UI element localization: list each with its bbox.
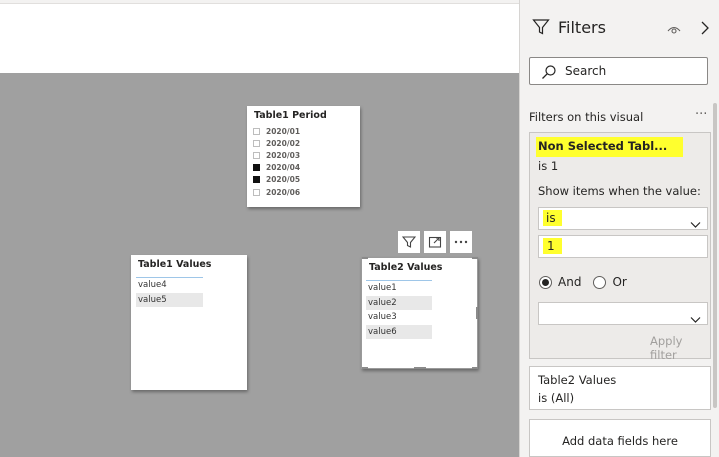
resize-handle[interactable] (414, 367, 426, 369)
resize-handle[interactable] (472, 367, 478, 369)
focus-mode-icon[interactable] (424, 231, 446, 253)
more-options-icon[interactable] (450, 231, 472, 253)
checkbox-checked-icon[interactable] (253, 164, 260, 172)
table-row[interactable]: value6 (366, 324, 432, 339)
checkbox-icon[interactable] (253, 139, 260, 147)
show-items-label: Show items when the value: (538, 184, 701, 198)
search-input[interactable]: Search (529, 57, 708, 85)
table2-list: value1 value2 value3 value6 (366, 280, 432, 339)
checkbox-icon[interactable] (253, 188, 260, 196)
resize-handle[interactable] (472, 257, 478, 259)
table-row[interactable]: value1 (366, 281, 432, 296)
slicer-item[interactable]: 2020/01 (253, 125, 300, 137)
slicer-item[interactable]: 2020/02 (253, 137, 300, 149)
filter-icon[interactable] (398, 231, 420, 253)
table-row[interactable]: value5 (136, 292, 203, 307)
table-row[interactable]: value4 (136, 278, 203, 293)
resize-handle[interactable] (362, 367, 368, 369)
slicer-item[interactable]: 2020/05 (253, 174, 300, 186)
slicer-list: 2020/01 2020/02 2020/03 2020/04 2020/05 … (253, 125, 300, 198)
operator-dropdown[interactable]: is (538, 207, 708, 230)
filter-value-input[interactable]: 1 (538, 235, 708, 258)
eye-icon[interactable] (667, 21, 681, 40)
table-row[interactable]: value3 (366, 310, 432, 325)
logic-radio-group: And Or (539, 275, 627, 289)
slicer-item-label: 2020/03 (266, 150, 301, 160)
checkbox-checked-icon[interactable] (253, 176, 260, 184)
slicer-item[interactable]: 2020/04 (253, 162, 300, 174)
and-radio[interactable] (539, 275, 552, 289)
report-header-area (0, 4, 519, 73)
add-data-fields-dropzone[interactable]: Add data fields here (529, 419, 711, 457)
checkbox-icon[interactable] (253, 151, 260, 159)
slicer-item-label: 2020/01 (266, 126, 301, 136)
filter-card-table2[interactable]: Table2 Values is (All) (529, 366, 711, 410)
filter-card-title: Table2 Values (538, 373, 617, 387)
slicer-title: Table1 Period (254, 110, 327, 121)
slicer-item-label: 2020/06 (266, 187, 301, 197)
and-label: And (558, 275, 582, 289)
slicer-item[interactable]: 2020/03 (253, 149, 300, 161)
period-slicer-visual[interactable]: Table1 Period 2020/01 2020/02 2020/03 20… (247, 106, 360, 207)
visual-header-toolbar (398, 231, 472, 253)
filters-title: Filters (558, 18, 606, 37)
collapse-chevron-icon[interactable] (700, 20, 710, 39)
checkbox-icon[interactable] (253, 127, 260, 135)
search-icon (541, 64, 557, 84)
chevron-down-icon (690, 309, 701, 328)
funnel-icon (532, 18, 550, 40)
operator-value: is (543, 210, 562, 226)
table-row[interactable]: value2 (366, 295, 432, 310)
scrollbar[interactable] (713, 103, 717, 408)
filter-value-text: 1 (543, 238, 562, 254)
table1-visual[interactable]: Table1 Values value4 value5 (131, 255, 247, 390)
chevron-down-icon (690, 214, 701, 233)
second-operator-dropdown[interactable] (538, 302, 708, 325)
table2-title: Table2 Values (369, 262, 443, 273)
slicer-item-label: 2020/04 (266, 163, 301, 173)
filters-header: Filters (520, 0, 719, 55)
search-placeholder: Search (565, 64, 607, 78)
resize-handle[interactable] (362, 257, 368, 259)
filter-card[interactable]: Non Selected Tabl... is 1 Show items whe… (529, 132, 711, 362)
filters-pane: Filters Search Filters on this visual ··… (519, 0, 719, 457)
table1-list: value4 value5 (136, 277, 203, 307)
apply-filter-button[interactable]: Apply filter (650, 334, 710, 362)
filter-card-summary: is (All) (538, 391, 575, 405)
slicer-item-label: 2020/02 (266, 138, 301, 148)
table1-title: Table1 Values (138, 259, 212, 270)
filter-card-title[interactable]: Non Selected Tabl... (536, 137, 684, 157)
table2-visual[interactable]: Table2 Values value1 value2 value3 value… (361, 257, 478, 369)
section-label: Filters on this visual (529, 110, 644, 124)
more-options-icon[interactable]: ··· (695, 107, 707, 122)
or-radio[interactable] (593, 275, 607, 289)
or-label: Or (612, 275, 627, 289)
slicer-item[interactable]: 2020/06 (253, 186, 300, 198)
add-data-fields-label: Add data fields here (562, 434, 678, 448)
resize-handle[interactable] (476, 307, 478, 319)
slicer-item-label: 2020/05 (266, 175, 301, 185)
filter-card-summary: is 1 (538, 159, 559, 173)
